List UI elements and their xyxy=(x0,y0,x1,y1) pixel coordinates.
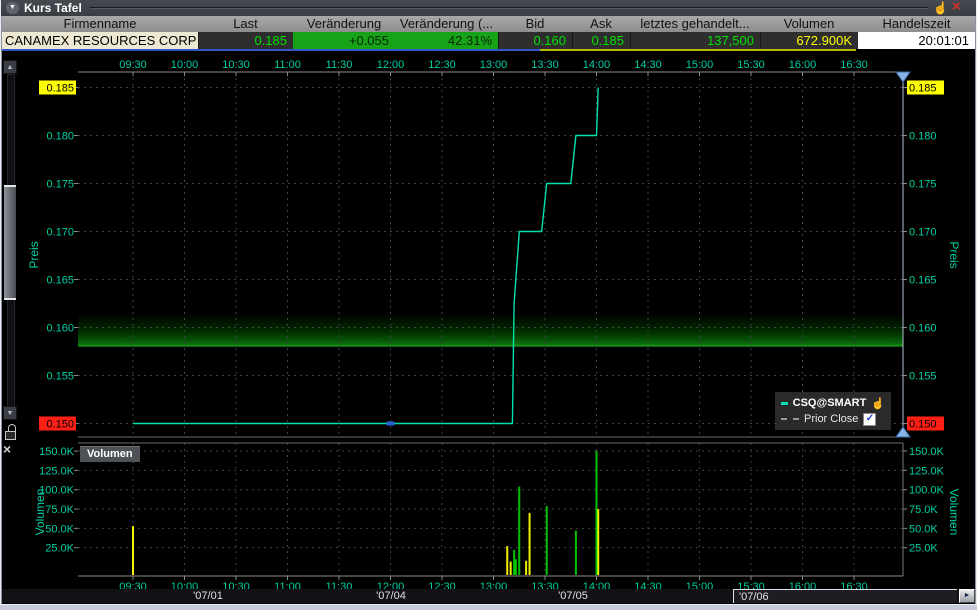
prior-close-checkbox[interactable]: ✓ xyxy=(863,412,877,426)
price-tick-label-left: 0.170 xyxy=(46,227,74,239)
volume-pane-title: Volumen xyxy=(80,446,140,462)
time-tick-label-top: 14:00 xyxy=(583,59,611,71)
series-line-swatch xyxy=(781,401,788,405)
price-tick-label-left: 0.160 xyxy=(46,323,74,335)
time-tick-label-top: 11:30 xyxy=(326,59,353,71)
time-tick-label-top: 10:00 xyxy=(171,59,199,71)
date-label: '07/06 xyxy=(739,591,769,603)
vertical-scrollbar-thumb[interactable] xyxy=(4,185,16,300)
prior-close-band xyxy=(78,313,903,347)
price-tick-label-left: 0.180 xyxy=(46,131,74,143)
prior-close-line-swatch xyxy=(781,418,799,420)
time-tick-label-top: 16:00 xyxy=(789,59,817,71)
price-tick-label-left: 0.155 xyxy=(46,371,74,383)
time-tick-label-top: 11:00 xyxy=(274,59,301,71)
volume-bar xyxy=(597,509,600,575)
price-axis-title-right: Preis xyxy=(947,241,961,268)
volume-bar xyxy=(525,560,528,575)
price-tick-label-left: 0.150 xyxy=(46,419,74,431)
time-tick-label-top: 09:30 xyxy=(119,59,147,71)
date-label: '07/01 xyxy=(193,590,223,602)
trade-marker xyxy=(386,421,395,426)
price-tick-label-left: 0.165 xyxy=(46,275,74,287)
date-scrollbar[interactable]: '07/01 '07/04 '07/05 '07/06 ► xyxy=(2,589,975,603)
price-tick-label-left: 0.175 xyxy=(46,179,74,191)
volume-bar xyxy=(513,549,516,575)
legend-series-label: CSQ@SMART xyxy=(792,397,867,409)
volume-tick-label-right: 50.0K xyxy=(909,523,938,535)
price-tick-label-right: 0.175 xyxy=(909,179,937,191)
volume-tick-label-left: 125.0K xyxy=(39,465,75,477)
volume-bar xyxy=(528,512,531,575)
time-tick-label-top: 10:30 xyxy=(222,59,250,71)
volume-tick-label-left: 50.0K xyxy=(45,523,74,535)
scroll-right-icon[interactable]: ► xyxy=(959,589,975,603)
price-tick-label-right: 0.155 xyxy=(909,371,937,383)
lock-open-icon[interactable] xyxy=(5,424,16,440)
volume-tick-label-left: 75.0K xyxy=(45,504,74,516)
time-tick-label-top: 16:30 xyxy=(840,59,868,71)
price-tick-label-left: 0.185 xyxy=(46,83,74,95)
date-scrollbar-thumb[interactable]: '07/06 xyxy=(733,589,957,603)
date-label: '07/05 xyxy=(558,590,588,602)
price-axis-title-left: Preis xyxy=(27,241,41,268)
chart-legend: CSQ@SMART ☝ Prior Close ✓ xyxy=(775,392,891,430)
volume-tick-label-right: 100.0K xyxy=(909,485,945,497)
volume-bar xyxy=(514,559,517,575)
volume-bar xyxy=(574,530,577,575)
volume-tick-label-right: 125.0K xyxy=(909,465,945,477)
window-frame-left-inner xyxy=(1,16,2,610)
price-line-series xyxy=(133,87,599,425)
price-tick-label-right: 0.185 xyxy=(909,83,937,95)
hand-cursor-icon: ☝ xyxy=(871,397,885,410)
time-tick-label-top: 15:30 xyxy=(737,59,765,71)
scroll-up-icon[interactable]: ▲ xyxy=(3,60,17,74)
time-tick-label-top: 14:30 xyxy=(634,59,662,71)
price-tick-label-right: 0.150 xyxy=(909,419,937,431)
time-tick-label-top: 12:00 xyxy=(377,59,405,71)
time-tick-label-top: 13:30 xyxy=(531,59,559,71)
volume-axis-title-left: Volumen xyxy=(33,489,47,536)
volume-bar xyxy=(509,561,512,575)
date-label: '07/04 xyxy=(376,590,406,602)
legend-prior-close-label: Prior Close xyxy=(804,413,859,425)
volume-tick-label-right: 75.0K xyxy=(909,504,938,516)
volume-tick-label-left: 150.0K xyxy=(39,446,75,458)
price-tick-label-right: 0.160 xyxy=(909,323,937,335)
price-tick-label-right: 0.170 xyxy=(909,227,937,239)
scroll-down-icon[interactable]: ▼ xyxy=(3,406,17,420)
time-tick-label-top: 13:00 xyxy=(480,59,508,71)
volume-tick-label-right: 25.0K xyxy=(909,543,938,555)
lock-body xyxy=(5,431,16,440)
volume-tick-label-left: 25.0K xyxy=(45,543,74,555)
legend-item-series[interactable]: CSQ@SMART ☝ xyxy=(781,395,885,411)
volume-bar xyxy=(518,486,521,575)
close-pane-icon[interactable]: × xyxy=(3,441,11,457)
time-tick-label-top: 15:00 xyxy=(686,59,714,71)
price-tick-label-right: 0.165 xyxy=(909,275,937,287)
volume-bar xyxy=(595,451,598,575)
time-tick-label-top: 12:30 xyxy=(428,59,456,71)
legend-item-prior-close: Prior Close ✓ xyxy=(781,411,885,427)
volume-bar xyxy=(132,526,134,575)
volume-bar xyxy=(545,505,548,575)
volume-axis-title-right: Volumen xyxy=(947,489,961,536)
volume-bar xyxy=(506,546,509,575)
price-tick-label-right: 0.180 xyxy=(909,131,937,143)
kurs-tafel-window: ▼ Kurs Tafel ☝ × Firmenname Last Verände… xyxy=(0,0,977,610)
volume-tick-label-right: 150.0K xyxy=(909,446,945,458)
window-frame-bottom[interactable] xyxy=(0,604,977,610)
price-volume-chart: 09:3009:3010:0010:0010:3010:3011:0011:00… xyxy=(27,59,961,593)
